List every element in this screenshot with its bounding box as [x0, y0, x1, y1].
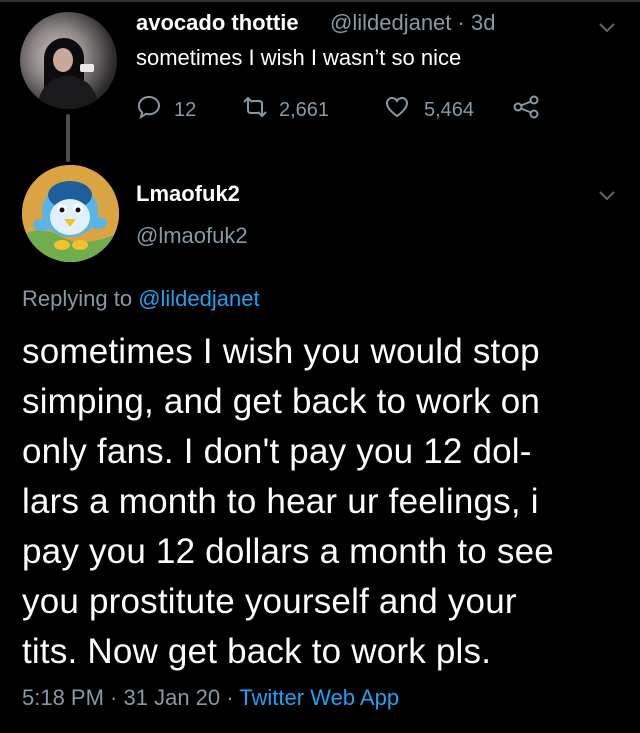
tweet-time[interactable]: 5:18 PM: [22, 685, 104, 710]
parent-display-name[interactable]: avocado thottie: [136, 10, 299, 36]
share-action[interactable]: [512, 94, 540, 126]
like-action[interactable]: 5,464: [384, 94, 474, 126]
reply-tweet-text: sometimes I wish you would stop simping,…: [22, 327, 622, 677]
replying-prefix: Replying to: [22, 286, 139, 311]
footer-separator: ·: [103, 685, 124, 710]
parent-action-bar: 12 2,661 5,464: [136, 94, 596, 124]
tweet-text-line: you prostitute yourself and your: [22, 582, 517, 621]
source-app-link[interactable]: Twitter Web App: [239, 685, 399, 710]
share-icon: [512, 94, 540, 126]
avatar[interactable]: [20, 12, 117, 109]
retweet-action[interactable]: 2,661: [241, 94, 329, 126]
tweet-text-line: only fans. I don't pay you 12 dol-: [22, 432, 532, 471]
reply-display-name[interactable]: Lmaofuk2: [136, 181, 240, 207]
tweet-timestamp: 5:18 PM · 31 Jan 20 · Twitter Web App: [22, 685, 399, 711]
parent-tweet-text: sometimes I wish I wasn’t so nice: [136, 45, 462, 70]
tweet-text-line: sometimes I wish you would stop: [22, 332, 540, 371]
meta-separator: ·: [451, 10, 471, 35]
retweet-count: 2,661: [279, 98, 330, 121]
chevron-down-icon[interactable]: [598, 21, 616, 33]
reply-action[interactable]: 12: [136, 94, 196, 126]
tweet-text-line: tits. Now get back to work pls.: [22, 632, 492, 671]
replying-to: Replying to @lildedjanet: [22, 286, 260, 312]
reply-handle[interactable]: @lmaofuk2: [136, 223, 248, 249]
like-count: 5,464: [424, 98, 475, 121]
tweet-text-line: pay you 12 dollars a month to see: [22, 532, 554, 571]
tweet-text-line: simping, and get back to work on: [22, 382, 541, 421]
parent-meta: @lildedjanet · 3d: [330, 10, 495, 36]
thread-connector: [66, 114, 70, 162]
comment-icon: [136, 94, 162, 126]
footer-separator: ·: [220, 685, 240, 710]
parent-handle[interactable]: @lildedjanet: [330, 10, 451, 35]
parent-age[interactable]: 3d: [471, 10, 495, 35]
avatar[interactable]: [22, 165, 119, 262]
top-divider: [0, 0, 640, 2]
tweet-date[interactable]: 31 Jan 20: [124, 685, 221, 710]
heart-icon: [384, 94, 410, 126]
retweet-icon: [241, 94, 269, 126]
chevron-down-icon[interactable]: [598, 189, 616, 201]
reply-count: 12: [174, 98, 197, 121]
replying-mention-link[interactable]: @lildedjanet: [138, 286, 259, 311]
tweet-text-line: lars a month to hear ur feelings, i: [22, 482, 539, 521]
